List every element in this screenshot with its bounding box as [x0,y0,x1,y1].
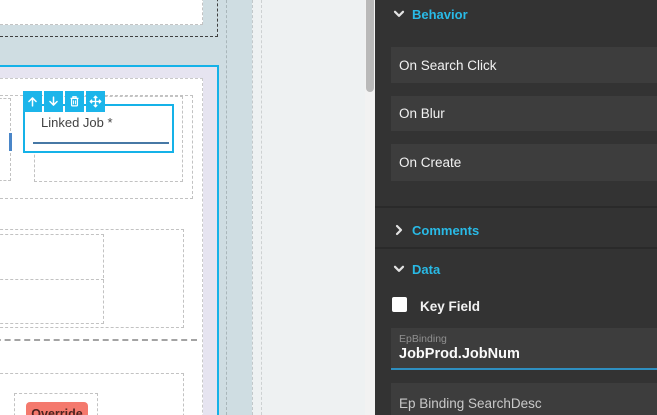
move-icon [89,95,102,108]
canvas-scrollbar-thumb[interactable] [366,0,374,92]
move-up-button[interactable] [23,91,42,112]
key-field-label: Key Field [420,299,481,314]
on-search-click-row[interactable]: On Search Click [391,47,657,83]
selected-panel-container[interactable]: Linked Job * Override [0,65,219,415]
form-content-area: Linked Job * Override [0,78,203,415]
on-search-click-label: On Search Click [399,57,497,73]
move-down-button[interactable] [44,91,63,112]
move-button[interactable] [86,91,105,112]
section-data[interactable]: Data [375,255,657,283]
override-button-label: Override [31,407,83,415]
canvas-outline-dark [0,0,218,37]
drop-indicator [9,133,12,151]
on-create-row[interactable]: On Create [391,144,657,181]
section-divider [375,206,657,208]
arrow-up-icon [28,97,37,107]
trash-icon [70,96,79,107]
key-field-checkbox[interactable] [392,297,407,312]
widget-toolbar [23,91,105,112]
ep-binding-field-label: EpBinding [399,333,447,345]
design-canvas[interactable]: Linked Job * Override [0,0,375,415]
linked-job-label: Linked Job * [41,115,113,130]
section-divider [375,247,657,249]
ep-binding-input[interactable]: JobProd.JobNum [399,345,649,363]
on-blur-label: On Blur [399,106,445,121]
arrow-down-icon [49,96,58,106]
section-comments[interactable]: Comments [375,216,657,244]
canvas-guide-line [226,0,227,415]
ep-binding-searchdesc-field[interactable]: Ep Binding SearchDesc [391,383,657,415]
chevron-right-icon [393,224,405,236]
properties-panel: Behavior On Search Click On Blur On Crea… [375,0,657,415]
canvas-scrollbar[interactable] [365,0,375,415]
layout-section-divider [0,339,197,341]
layout-cell-divider [0,279,104,280]
section-behavior[interactable]: Behavior [375,0,657,28]
ep-binding-searchdesc-label: Ep Binding SearchDesc [399,396,542,411]
section-comments-title: Comments [412,222,480,238]
section-behavior-title: Behavior [412,6,468,22]
override-button[interactable]: Override [26,402,88,415]
canvas-gutter-panel [252,0,365,415]
on-blur-row[interactable]: On Blur [391,96,657,131]
chevron-down-icon [393,8,405,20]
delete-button[interactable] [65,91,84,112]
on-create-label: On Create [399,155,462,170]
linked-job-underline [33,142,169,144]
gutter-guide-line [261,0,262,415]
chevron-down-icon [393,263,405,275]
section-data-title: Data [412,261,441,277]
ep-binding-field[interactable]: EpBinding JobProd.JobNum [391,328,657,370]
